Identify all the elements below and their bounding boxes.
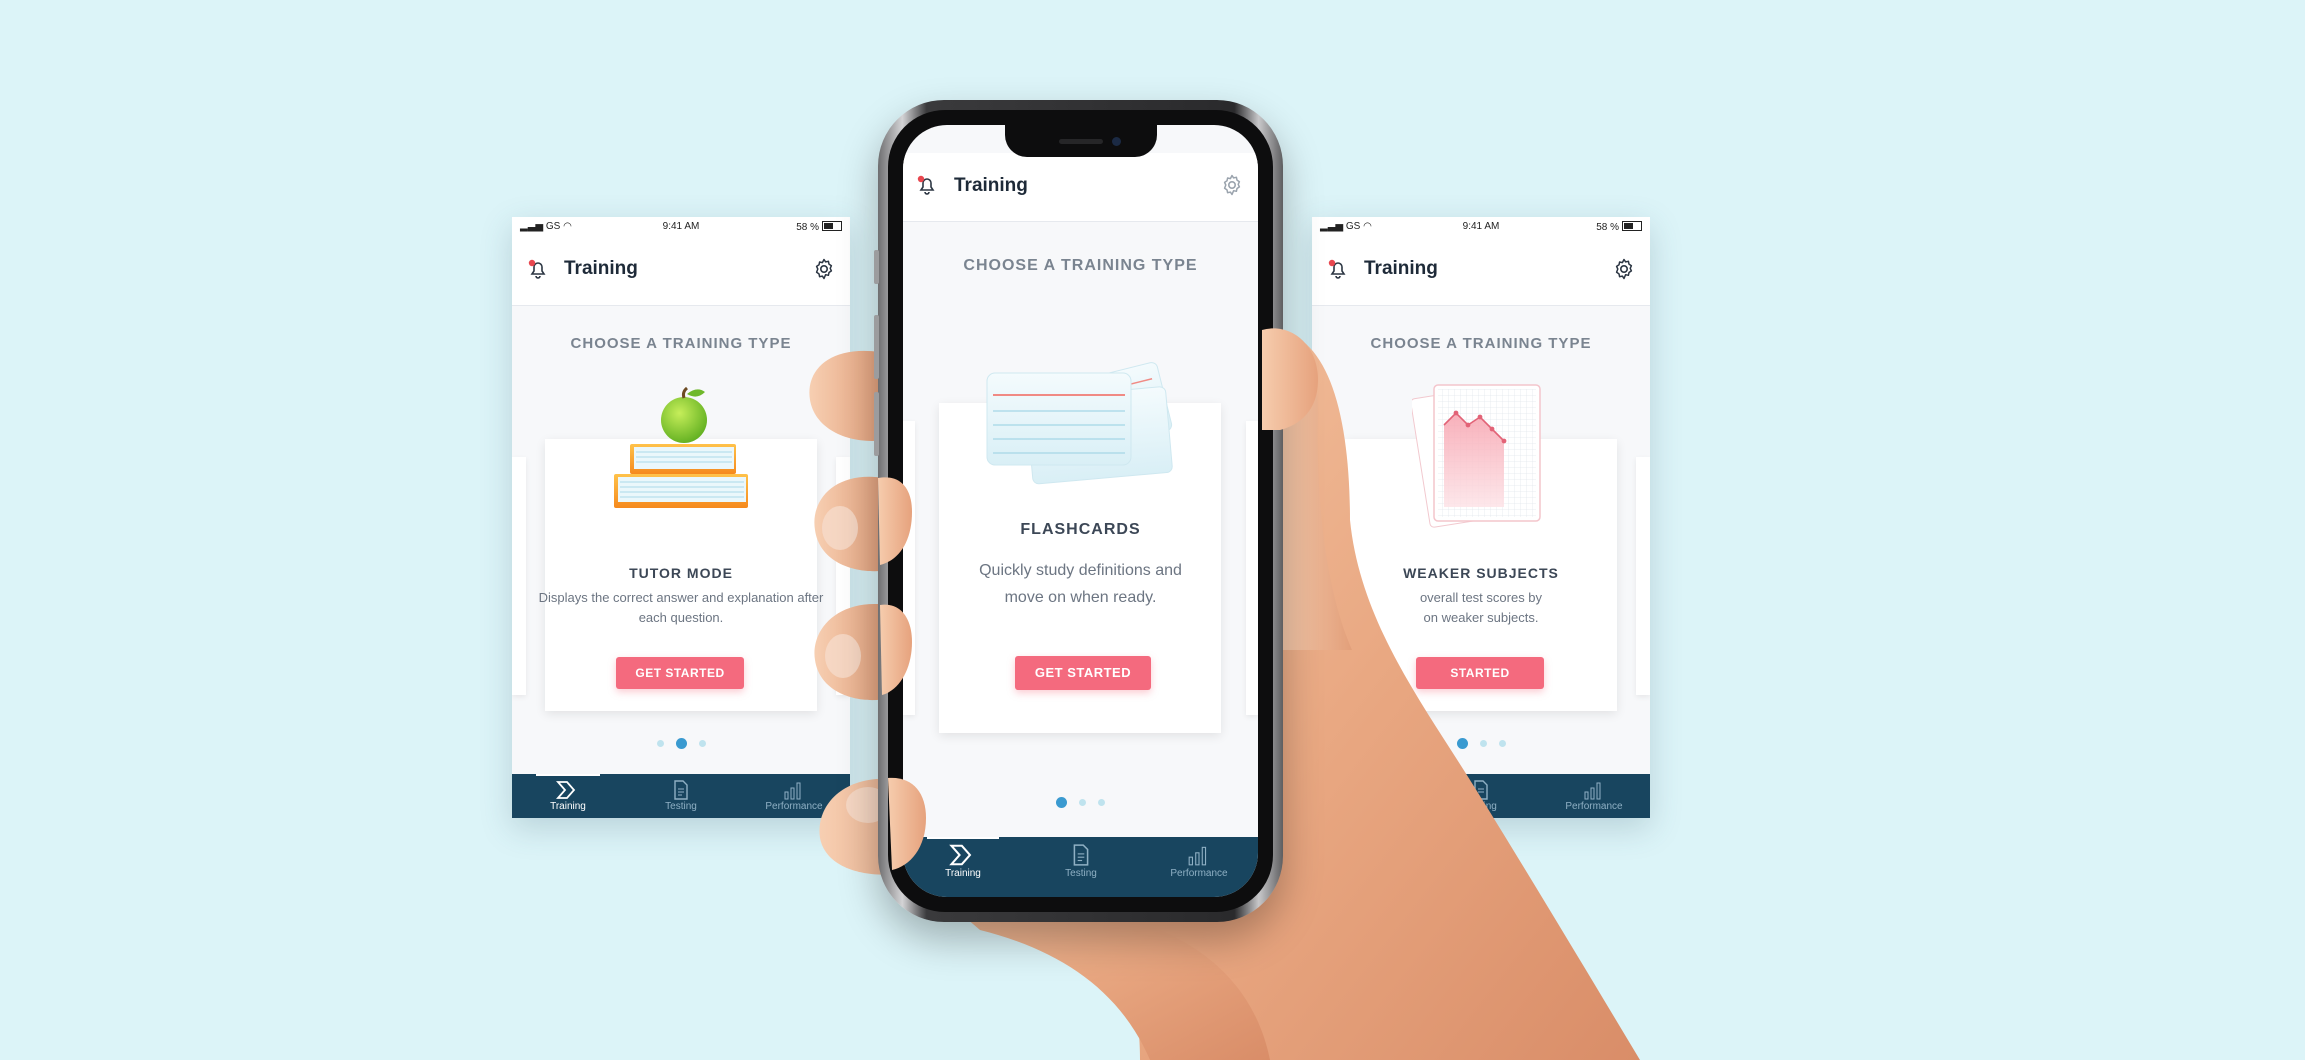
page-title: Training — [954, 175, 1028, 196]
phone-screen: Training CHOOSE A TRAINING TYPE FLASHCAR… — [903, 125, 1258, 897]
tab-testing[interactable]: Testing — [1021, 837, 1141, 897]
tab-label: Training — [550, 801, 586, 812]
tab-performance[interactable]: Performance — [1538, 774, 1650, 818]
get-started-button[interactable]: STARTED — [1416, 657, 1544, 689]
training-chevron-icon — [556, 781, 576, 799]
battery-indicator: 58 % — [1596, 221, 1642, 233]
phone-notch — [1005, 125, 1157, 157]
tab-performance[interactable]: Performance — [1139, 837, 1258, 897]
tab-label: Training — [945, 868, 981, 879]
battery-icon — [822, 221, 842, 231]
bottom-tab-bar: Training Testing Performance — [1312, 774, 1650, 818]
card-description: Quickly study definitions and move on wh… — [979, 562, 1182, 606]
active-tab-indicator — [536, 774, 600, 776]
section-heading: CHOOSE A TRAINING TYPE — [570, 335, 792, 352]
pagination-dot[interactable] — [1079, 799, 1086, 807]
page-title: Training — [1364, 258, 1438, 279]
battery-icon — [1622, 221, 1642, 231]
gear-icon[interactable] — [1612, 257, 1636, 281]
tab-training[interactable]: Training — [512, 774, 624, 818]
books-apple-illustration — [614, 386, 748, 508]
tab-label: Testing — [665, 801, 697, 812]
bell-notification-icon[interactable] — [915, 173, 939, 197]
card-title: WEAKER SUBJECTS — [1403, 565, 1559, 581]
front-camera — [1112, 137, 1121, 146]
tab-label: Testing — [1065, 868, 1097, 879]
next-card-peek[interactable] — [1246, 421, 1258, 715]
tab-label: Performance — [1170, 868, 1228, 879]
tab-label: Training — [1350, 801, 1386, 812]
card-description-line2: on weaker subjects. — [1423, 610, 1539, 625]
bottom-tab-bar: Training Testing Performance — [512, 774, 850, 818]
volume-up-button — [874, 315, 879, 379]
left-screen: ▂▃▅ GS ◠ 9:41 AM 58 % Training CHOOSE A … — [512, 217, 850, 818]
battery-indicator: 58 % — [796, 221, 842, 233]
pagination-dots[interactable] — [1312, 735, 1650, 753]
get-started-button[interactable]: GET STARTED — [1015, 656, 1151, 690]
pagination-dots[interactable] — [512, 735, 850, 753]
card-title: FLASHCARDS — [1020, 521, 1141, 538]
bell-notification-icon[interactable] — [1326, 257, 1350, 281]
pagination-dot[interactable] — [1098, 799, 1105, 807]
get-started-button[interactable]: GET STARTED — [616, 657, 744, 689]
volume-down-button — [874, 392, 879, 456]
tab-training[interactable]: Training — [1312, 774, 1424, 818]
previous-card-peek[interactable] — [903, 421, 915, 715]
status-bar: ▂▃▅ GS ◠ 9:41 AM 58 % — [512, 217, 850, 237]
document-icon — [1474, 780, 1488, 800]
tab-performance[interactable]: Performance — [738, 774, 850, 818]
pagination-dot-active[interactable] — [675, 738, 687, 750]
gear-icon[interactable] — [812, 257, 836, 281]
app-header: Training — [1312, 237, 1650, 306]
tab-label: Performance — [765, 801, 823, 812]
flashcards-illustration — [986, 362, 1173, 485]
document-icon — [1073, 844, 1089, 866]
pagination-dot-active[interactable] — [1456, 738, 1468, 750]
bar-chart-icon — [784, 782, 801, 800]
card-description-line1: overall test scores by — [1419, 590, 1543, 605]
pagination-dot-active[interactable] — [1056, 797, 1067, 809]
tab-testing[interactable]: Testing — [1425, 774, 1537, 818]
earpiece-speaker — [1059, 139, 1103, 144]
page-title: Training — [564, 258, 638, 279]
gear-icon[interactable] — [1220, 173, 1244, 197]
status-bar: ▂▃▅ GS ◠ 9:41 AM 58 % — [1312, 217, 1650, 237]
pagination-dot[interactable] — [1479, 740, 1487, 748]
app-header: Training — [512, 237, 850, 306]
section-heading: CHOOSE A TRAINING TYPE — [963, 257, 1198, 274]
section-heading: CHOOSE A TRAINING TYPE — [1370, 335, 1592, 352]
tab-testing[interactable]: Testing — [625, 774, 737, 818]
tab-label: Testing — [1465, 801, 1497, 812]
bell-notification-icon[interactable] — [526, 257, 550, 281]
active-tab-indicator — [1336, 774, 1400, 776]
bar-chart-icon — [1188, 846, 1207, 866]
app-header: Training — [903, 153, 1258, 222]
tab-training[interactable]: Training — [903, 837, 1023, 897]
mute-switch — [874, 250, 879, 284]
pagination-dots[interactable] — [903, 794, 1258, 812]
right-screen: ▂▃▅ GS ◠ 9:41 AM 58 % Training CHOOSE A … — [1312, 217, 1650, 818]
active-tab-indicator — [927, 837, 999, 839]
pagination-dot[interactable] — [1498, 740, 1506, 748]
smartphone-device: Training CHOOSE A TRAINING TYPE FLASHCAR… — [874, 100, 1283, 922]
training-chevron-icon — [1356, 781, 1376, 799]
pagination-dot[interactable] — [656, 740, 664, 748]
bottom-tab-bar: Training Testing Performance — [903, 837, 1258, 897]
training-chevron-icon — [949, 844, 972, 866]
card-title: TUTOR MODE — [629, 565, 733, 581]
pagination-dot[interactable] — [698, 740, 706, 748]
card-description: Displays the correct answer and explanat… — [538, 590, 824, 625]
tab-label: Performance — [1565, 801, 1623, 812]
graph-paper-chart-illustration — [1412, 384, 1541, 528]
bar-chart-icon — [1584, 782, 1601, 800]
document-icon — [674, 780, 688, 800]
